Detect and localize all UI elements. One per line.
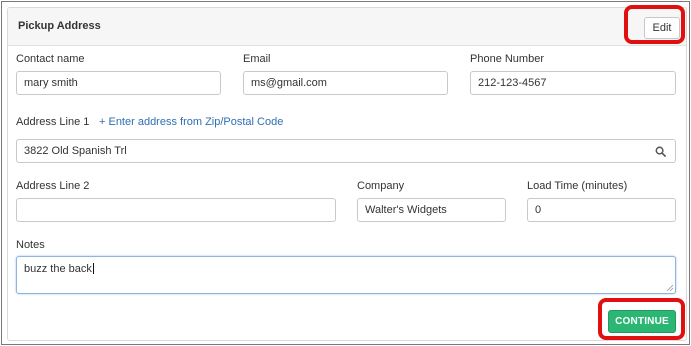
contact-name-label: Contact name <box>16 53 85 65</box>
window-frame: Pickup Address Edit Contact name mary sm… <box>1 1 690 345</box>
company-field[interactable]: Walter's Widgets <box>357 198 506 222</box>
phone-number-field[interactable]: 212-123-4567 <box>470 71 676 95</box>
address-line-2-field[interactable] <box>16 198 336 222</box>
search-icon[interactable] <box>655 146 666 157</box>
email-field[interactable]: ms@gmail.com <box>243 71 448 95</box>
company-label: Company <box>357 180 405 192</box>
email-label: Email <box>243 53 271 65</box>
address-line-2-label: Address Line 2 <box>16 180 90 192</box>
address-line-1-value: 3822 Old Spanish Trl <box>24 145 127 157</box>
resize-handle-icon[interactable] <box>666 284 673 291</box>
phone-number-label: Phone Number <box>470 53 544 65</box>
enter-address-from-zip-link[interactable]: + Enter address from Zip/Postal Code <box>99 116 283 128</box>
card-title: Pickup Address <box>18 20 101 32</box>
notes-label: Notes <box>16 239 45 251</box>
card-header: Pickup Address Edit <box>8 8 686 46</box>
text-caret <box>92 263 94 274</box>
address-line-1-field[interactable]: 3822 Old Spanish Trl <box>16 139 676 163</box>
contact-name-field[interactable]: mary smith <box>16 71 221 95</box>
address-line-1-label: Address Line 1 <box>16 116 90 128</box>
load-time-field[interactable]: 0 <box>527 198 676 222</box>
notes-textarea[interactable]: buzz the back <box>16 256 676 294</box>
edit-button[interactable]: Edit <box>644 17 680 39</box>
notes-value: buzz the back <box>24 263 92 275</box>
load-time-label: Load Time (minutes) <box>527 180 628 192</box>
continue-button[interactable]: CONTINUE <box>608 310 676 333</box>
